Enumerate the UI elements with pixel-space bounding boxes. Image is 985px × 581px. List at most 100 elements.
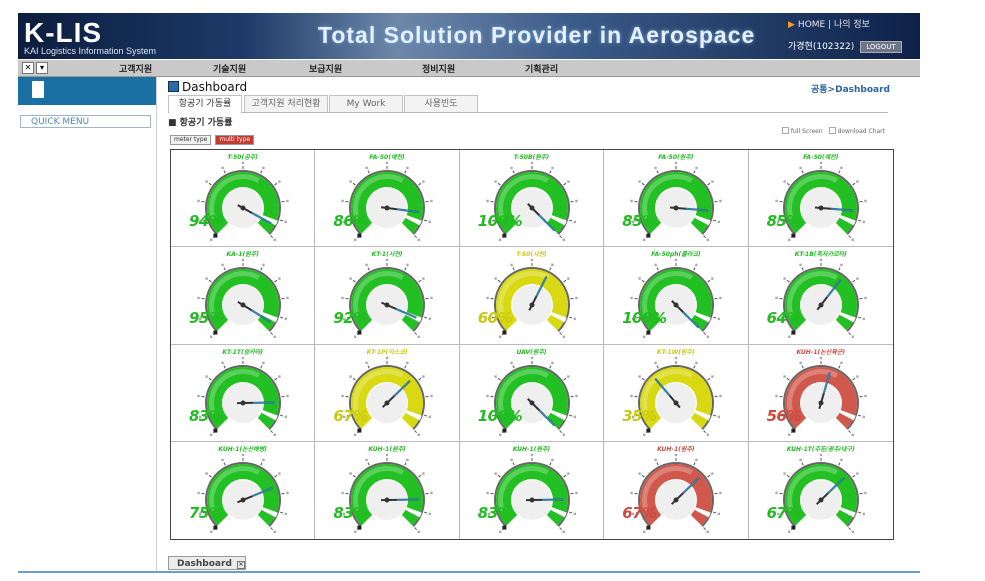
close-tab-icon[interactable]: × <box>236 561 245 569</box>
gauge-corner-marker <box>646 330 651 335</box>
gauge-cell[interactable]: KUH-1(원주) 83% <box>315 441 460 539</box>
app-logo[interactable]: K-LIS <box>24 17 102 49</box>
gauge-tick-label <box>422 472 425 475</box>
download-chart-checkbox[interactable] <box>828 127 836 134</box>
gauge-cell[interactable]: FA-50(원주) 85% <box>604 150 749 248</box>
gauge-cell[interactable]: KUH-1(논산해병) 75% <box>171 441 316 539</box>
gauge-cell[interactable]: UAV(원주) 100% <box>459 344 605 442</box>
gauge-tick-label <box>209 433 213 436</box>
gauge-cell[interactable]: FA-50ph(클라크) 100% <box>604 247 749 345</box>
gauge-chart <box>197 161 289 242</box>
gauge-title: KT-1(사천) <box>371 251 403 259</box>
gauge-tick <box>497 280 501 283</box>
gauge-tick-label <box>422 180 425 183</box>
gauge-tick <box>857 316 861 319</box>
footer-dashboard-tab[interactable]: Dashboard × <box>168 556 246 570</box>
gauge-tick-label <box>654 458 657 461</box>
gauge-tick-label <box>486 394 489 397</box>
gauge-tick-label <box>341 199 345 203</box>
gauge-title: FA-50ph(클라크) <box>651 251 701 259</box>
gauge-tick <box>512 364 515 368</box>
gauge-cell[interactable]: KUH-1(논산육군) 56% <box>748 344 893 442</box>
nav-customer-support[interactable]: 고객지원 <box>119 62 152 75</box>
gauge-tick <box>656 462 659 466</box>
tab-aircraft-availability[interactable]: 항공기 가동률 <box>168 95 242 113</box>
breadcrumb[interactable]: 공통>Dashboard <box>811 82 890 95</box>
gauge-title: KUH-1T(주둔/광주/대구) <box>786 445 855 453</box>
gauge-corner-marker <box>791 233 796 238</box>
gauge-tick-label <box>863 199 867 203</box>
gauge-tick-label <box>221 166 224 170</box>
home-myinfo-links[interactable]: HOME | 나의 정보 <box>798 20 870 30</box>
gauge-tick-label <box>273 335 277 339</box>
gauge-tick <box>274 377 278 380</box>
gauge-tick-label <box>197 394 200 397</box>
gauge-cell[interactable]: KA-1(원주) 95% <box>171 247 316 345</box>
gauge-cell[interactable]: KT-1P(익스코) 67% <box>315 344 460 442</box>
main-content: Dashboard 공통>Dashboard 항공기 가동률 고객지원 처리현황… <box>168 77 894 573</box>
top-links[interactable]: ▶ HOME | 나의 정보 <box>788 17 870 30</box>
gauge-tick <box>713 511 717 514</box>
gauge-cell[interactable]: FA-50(예천) 86% <box>315 150 460 248</box>
logout-button[interactable]: LOGOUT <box>860 41 902 53</box>
gauge-cell[interactable]: T-50(공주) 94% <box>171 150 316 248</box>
gauge-cell[interactable]: T-50B(원주) 100% <box>459 150 605 248</box>
gauge-chart <box>341 356 434 436</box>
gauge-tick-label <box>573 317 576 321</box>
gauge-cell[interactable]: KUH-1T(주둔/광주/대구) 67% <box>748 441 893 539</box>
gauge-cell[interactable]: KT-1W(원주) 35% <box>604 344 749 442</box>
tab-customer-support-status[interactable]: 고객지원 처리현황 <box>244 95 328 112</box>
gauge-tick-label <box>638 180 641 183</box>
gauge-tick <box>512 267 515 271</box>
gauge-tick-label <box>349 374 353 378</box>
gauge-tick-label <box>486 491 489 494</box>
gauge-tick-label <box>354 238 357 242</box>
collapse-menu-icon[interactable]: ▾ <box>36 62 48 74</box>
close-menu-icon[interactable]: ✕ <box>22 62 34 74</box>
gauge-tick-label <box>197 491 200 494</box>
nav-planning[interactable]: 기획관리 <box>525 62 558 75</box>
gauge-tick-label <box>787 335 790 339</box>
meter-type-button[interactable]: meter type <box>170 135 212 145</box>
gauge-tick-label <box>365 166 369 170</box>
full-screen-checkbox[interactable] <box>781 127 789 134</box>
gauge-cell[interactable]: FA-50(예천) 85% <box>748 150 893 248</box>
gauge-tick-label <box>863 297 867 300</box>
gauge-tick <box>563 377 567 380</box>
gauge-tick <box>568 316 572 319</box>
gauge-tick-label <box>365 263 369 267</box>
gauge-tick <box>713 414 717 416</box>
gauge-hub <box>384 302 390 308</box>
gauge-tick-label <box>510 166 513 170</box>
nav-maintenance-support[interactable]: 정비지원 <box>422 62 455 75</box>
section-title: ■ 항공기 가동률 <box>168 118 233 128</box>
tab-usage-frequency[interactable]: 사용빈도 <box>404 95 478 112</box>
quick-menu[interactable]: QUICK MENU <box>20 115 151 128</box>
nav-supply-support[interactable]: 보급지원 <box>309 62 342 75</box>
gauge-chart <box>774 161 867 242</box>
gauge-tick-label <box>782 277 786 280</box>
gauge-cell[interactable]: KT-1B(족자카르타) 64% <box>748 247 893 345</box>
gauge-tick-label <box>386 259 389 262</box>
gauge-tick-label <box>498 433 502 436</box>
gauge-tick-label <box>209 335 213 339</box>
gauge-cell[interactable]: KT-1T(앙카라) 83% <box>171 344 316 442</box>
gauge-tick <box>260 170 263 174</box>
footer-tab-label: Dashboard <box>177 559 232 569</box>
gauge-tick-label <box>695 263 698 267</box>
gauge-cell[interactable]: KT-1(사천) 92% <box>315 247 460 345</box>
gauge-tick <box>208 474 212 478</box>
gauge-tick-label <box>284 317 287 321</box>
gauge-cell[interactable]: KUH-1(원주) 67% <box>604 441 749 539</box>
tab-my-work[interactable]: My Work <box>329 95 403 112</box>
gauge-cell[interactable]: KUH-1(원주) 83% <box>459 441 605 539</box>
gauge-cell[interactable]: T-50(사천) 60% <box>459 247 605 345</box>
gauge-tick <box>568 219 572 222</box>
gauge-tick-label <box>575 394 578 397</box>
nav-tech-support[interactable]: 기술지원 <box>213 62 246 75</box>
gauge-tick-label <box>241 161 245 165</box>
gauge-tick <box>414 235 418 239</box>
multi-type-button[interactable]: multi type <box>215 135 255 145</box>
gauge-tick-label <box>530 259 533 262</box>
gauge-corner-marker <box>213 428 218 433</box>
